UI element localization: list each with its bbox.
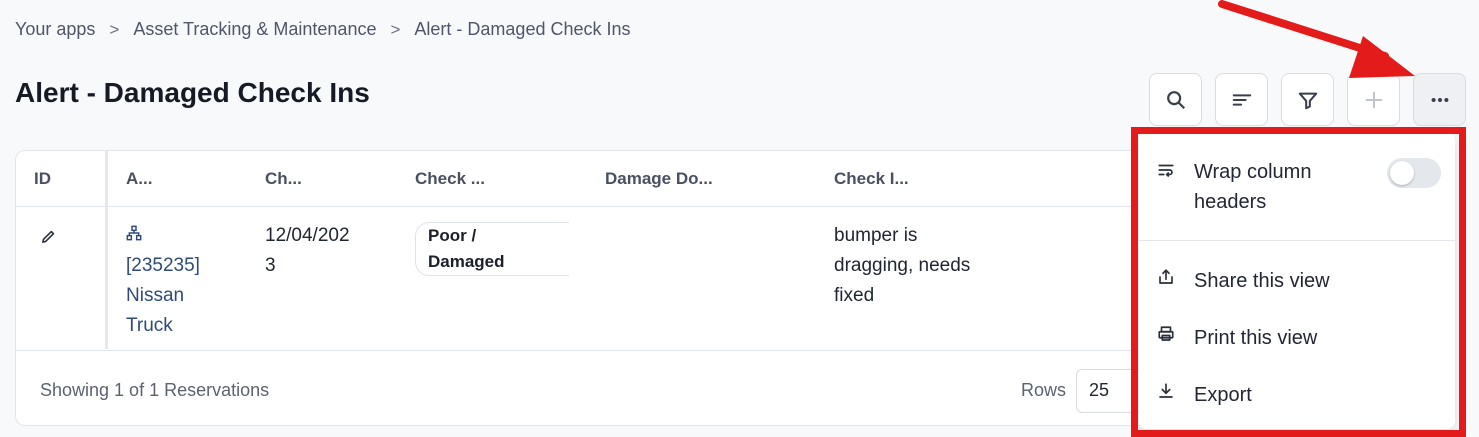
grid-header: ID A... Ch... Check ... Damage Do... Che… [16,151,1314,207]
share-view-item[interactable]: Share this view [1139,266,1455,296]
page-title: Alert - Damaged Check Ins [15,77,370,108]
menu-divider [1139,240,1455,241]
checkin-date-text: 12/04/202 [265,225,350,246]
checkin-date-text: 3 [265,255,276,276]
notes-text: fixed [834,285,875,306]
share-view-label: Share this view [1194,269,1330,292]
print-view-label: Print this view [1194,326,1318,349]
frozen-column-divider [105,151,108,349]
condition-cell: Poor / Damaged [415,222,569,277]
share-icon [1157,268,1175,292]
wrap-headers-toggle[interactable] [1387,158,1441,188]
breadcrumb: Your apps > Asset Tracking & Maintenance… [15,19,631,40]
print-view-item[interactable]: Print this view [1139,323,1455,353]
toggle-knob [1390,161,1414,185]
filter-button[interactable] [1281,73,1334,126]
notes-text: bumper is [834,225,918,246]
export-item[interactable]: Export [1139,380,1455,410]
hierarchy-icon [126,225,142,241]
breadcrumb-separator: > [390,19,401,39]
export-label: Export [1194,383,1252,406]
data-grid: ID A... Ch... Check ... Damage Do... Che… [15,150,1315,426]
filter-icon [1298,92,1317,109]
column-header-checkin-date[interactable]: Ch... [265,169,302,189]
ellipsis-icon [1431,97,1448,102]
breadcrumb-current: Alert - Damaged Check Ins [414,19,631,39]
wrap-label-text: Wrap column [1194,161,1312,183]
sort-icon [1232,93,1251,106]
add-button[interactable] [1347,73,1400,126]
checkin-notes: bumper is dragging, needs fixed [834,221,970,311]
table-row[interactable]: [235235] Nissan Truck 12/04/202 3 Poor /… [16,207,1314,351]
column-header-check-condition[interactable]: Check ... [415,169,485,189]
asset-name: Nissan [126,285,185,306]
breadcrumb-app[interactable]: Asset Tracking & Maintenance [133,19,376,40]
search-icon [1166,90,1185,109]
column-header-check-notes[interactable]: Check I... [834,169,909,189]
view-options-menu: Wrap column headers Share this view Prin… [1139,133,1455,429]
wrap-text-icon [1157,161,1175,185]
column-header-id[interactable]: ID [34,169,51,189]
breadcrumb-separator: > [109,19,120,39]
notes-text: dragging, needs [834,255,971,276]
wrap-label-text: headers [1194,191,1267,213]
more-options-button[interactable] [1413,73,1466,126]
breadcrumb-your-apps[interactable]: Your apps [15,19,95,40]
record-count: Showing 1 of 1 Reservations [40,380,270,400]
sort-button[interactable] [1215,73,1268,126]
printer-icon [1157,325,1175,349]
asset-name: Truck [126,315,173,336]
condition-badge: Poor / Damaged [415,222,569,276]
search-button[interactable] [1149,73,1202,126]
edit-row-button[interactable] [40,225,57,255]
download-icon [1157,382,1175,406]
plus-icon [1365,91,1382,108]
checkin-date: 12/04/202 3 [265,221,350,281]
view-toolbar [1149,73,1466,126]
column-header-asset[interactable]: A... [126,169,152,189]
asset-id: [235235] [126,255,200,276]
wrap-column-headers-label: Wrap column headers [1194,157,1311,217]
pencil-icon [42,230,55,243]
rows-per-page-label: Rows [1021,380,1067,400]
column-header-damage-doc[interactable]: Damage Do... [605,169,713,189]
asset-link[interactable]: [235235] Nissan Truck [126,221,200,341]
